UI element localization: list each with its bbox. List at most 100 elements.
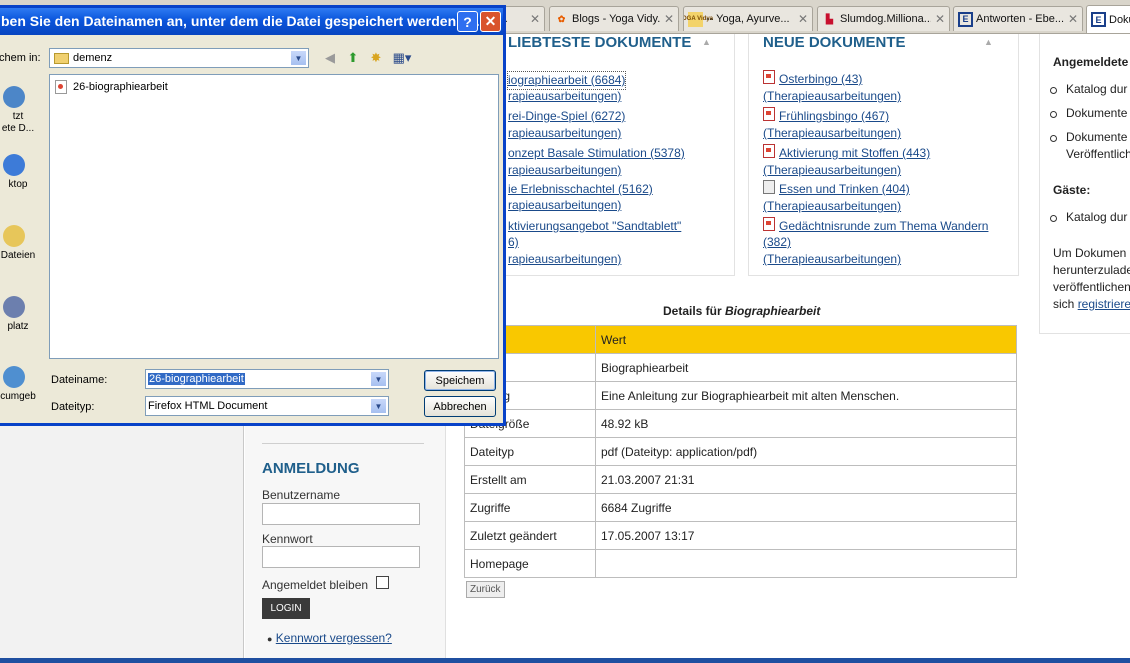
filename-input[interactable]: 26-biographiearbeit ▼ [145, 369, 389, 389]
new-doc-category-link[interactable]: (Therapieausarbeitungen) [763, 251, 901, 268]
login-heading: ANMELDUNG [262, 460, 360, 477]
row-value: 17.05.2007 13:17 [595, 521, 1017, 550]
chevron-down-icon[interactable]: ▼ [290, 50, 307, 66]
new-doc-category-link[interactable]: (Therapieausarbeitungen) [763, 198, 901, 215]
favorite-link-count[interactable]: 6) [508, 234, 519, 251]
help-button[interactable]: ? [457, 11, 478, 32]
remember-checkbox[interactable] [376, 576, 389, 589]
favorite-documents-panel: LIEBTESTE DOKUMENTE ▲ iographiearbeit (6… [493, 34, 735, 276]
cancel-button[interactable]: Abbrechen [424, 396, 496, 417]
dialog-title-bar[interactable]: ben Sie den Dateinamen an, unter dem die… [0, 8, 503, 35]
new-doc-link[interactable]: Essen und Trinken (404) [779, 182, 910, 196]
tab-close-icon[interactable]: ✕ [935, 12, 945, 26]
place-label: Dateien [0, 250, 36, 261]
row-value: 48.92 kB [595, 409, 1017, 438]
browser-tab-4[interactable]: ▙ Slumdog.Milliona... ✕ [817, 6, 950, 31]
filetype-select[interactable]: Firefox HTML Document ▼ [145, 396, 389, 416]
recent-icon [3, 86, 25, 108]
place-desktop[interactable]: ktop [0, 154, 43, 191]
filetype-label: Dateityp: [51, 401, 95, 413]
new-documents-panel: NEUE DOKUMENTE ▲ Osterbingo (43) (Therap… [748, 34, 1019, 276]
new-doc-link[interactable]: Osterbingo (43) [779, 72, 862, 86]
tab-close-icon[interactable]: ✕ [1068, 12, 1078, 26]
favorite-link[interactable]: ktivierungsangebot "Sandtablett" [508, 218, 681, 235]
favorite-link[interactable]: rei-Dinge-Spiel (6272) [508, 108, 625, 125]
favorite-category-link[interactable]: rapieausarbeitungen) [508, 88, 621, 105]
favorite-category-link[interactable]: rapieausarbeitungen) [508, 125, 621, 142]
save-button[interactable]: Speichem [424, 370, 496, 391]
new-doc-link[interactable]: Frühlingsbingo (467) [779, 109, 889, 123]
back-arrow-icon[interactable]: ◀ [321, 49, 339, 67]
details-title-prefix: Details für [663, 304, 726, 318]
save-file-dialog: ben Sie den Dateinamen an, unter dem die… [0, 5, 506, 426]
favorite-category-link[interactable]: rapieausarbeitungen) [508, 251, 621, 268]
register-note-text: sich [1053, 297, 1078, 311]
new-doc-link[interactable]: Aktivierung mit Stoffen (443) [779, 146, 930, 160]
tab-close-icon[interactable]: ✕ [664, 12, 674, 26]
register-link[interactable]: registriere [1078, 297, 1130, 311]
bullet-icon [1050, 215, 1057, 222]
row-key: Dateityp [464, 437, 596, 466]
favorite-category-link[interactable]: rapieausarbeitungen) [508, 162, 621, 179]
sidebar-divider [262, 443, 424, 444]
desktop-icon [3, 154, 25, 176]
login-button[interactable]: LOGIN [262, 598, 310, 619]
permission-item: Dokumente [1066, 106, 1128, 120]
new-doc-link[interactable]: Gedächtnisrunde zum Thema Wandern [779, 219, 988, 233]
back-button[interactable]: Zurück [466, 581, 505, 598]
place-recent[interactable]: tzt ete D... [0, 86, 43, 135]
new-doc-item: Frühlingsbingo (467) [763, 107, 889, 125]
details-table: Wert Biographiearbeit reibungEine Anleit… [464, 325, 1017, 578]
row-value: 6684 Zugriffe [595, 493, 1017, 522]
new-documents-heading: NEUE DOKUMENTE [763, 34, 906, 51]
my-documents-icon [3, 225, 25, 247]
username-label: Benutzername [262, 488, 341, 502]
browser-tab-3[interactable]: YOGA Vidya -- Yoga, Ayurve... ✕ [683, 6, 813, 31]
logged-in-heading: Angemeldete [1053, 55, 1129, 69]
new-doc-category-link[interactable]: (Therapieausarbeitungen) [763, 162, 901, 179]
forgot-password-item: ● Kennwort vergessen? [267, 631, 392, 645]
file-list[interactable]: 26-biographiearbeit [49, 74, 499, 359]
register-note-line: veröffentlichen [1053, 280, 1130, 294]
up-folder-icon[interactable]: ⬆ [344, 49, 362, 67]
username-input[interactable] [262, 503, 420, 525]
new-folder-icon[interactable]: ✸ [367, 49, 385, 67]
tab-close-icon[interactable]: ✕ [530, 12, 540, 26]
place-network[interactable]: cumgeb [0, 366, 43, 403]
favorite-link[interactable]: onzept Basale Stimulation (5378) [508, 145, 685, 162]
favorite-category-link[interactable]: rapieausarbeitungen) [508, 197, 621, 214]
tab-label: Blogs - Yoga Vidy... [572, 13, 660, 25]
chevron-down-icon[interactable]: ▼ [370, 398, 387, 414]
new-doc-link-count[interactable]: (382) [763, 234, 791, 251]
guests-heading: Gäste: [1053, 183, 1091, 197]
tab-label: Slumdog.Milliona... [840, 13, 931, 25]
favorite-link[interactable]: iographiearbeit (6684) [506, 71, 627, 90]
tab-close-icon[interactable]: ✕ [798, 12, 808, 26]
forgot-password-link[interactable]: Kennwort vergessen? [276, 631, 392, 645]
table-row: Dateityp pdf (Dateityp: application/pdf) [464, 437, 1017, 466]
look-in-select[interactable]: demenz ▼ [49, 48, 309, 68]
browser-tab-6-active[interactable]: E Doku [1086, 5, 1130, 33]
file-item[interactable]: 26-biographiearbeit [55, 80, 168, 94]
browser-tab-5[interactable]: E Antworten - Ebe... ✕ [953, 6, 1083, 31]
permissions-box: Angemeldete Katalog dur Dokumente Dokume… [1039, 34, 1130, 334]
collapse-caret-icon[interactable]: ▲ [984, 37, 993, 47]
view-menu-icon[interactable]: ▦▾ [390, 49, 414, 67]
new-doc-category-link[interactable]: (Therapieausarbeitungen) [763, 88, 901, 105]
collapse-caret-icon[interactable]: ▲ [702, 37, 711, 47]
new-doc-category-link[interactable]: (Therapieausarbeitungen) [763, 125, 901, 142]
tab-label: -- Yoga, Ayurve... [706, 13, 790, 25]
place-my-documents[interactable]: Dateien [0, 225, 43, 262]
new-doc-item: Essen und Trinken (404) [763, 180, 910, 198]
place-label: tzt [12, 111, 24, 122]
close-button[interactable]: ✕ [480, 11, 501, 32]
place-my-computer[interactable]: platz [0, 296, 43, 333]
chevron-down-icon[interactable]: ▼ [370, 371, 387, 387]
browser-tab-2[interactable]: ✿ Blogs - Yoga Vidy... ✕ [549, 6, 679, 31]
place-label: platz [7, 321, 29, 332]
favorite-link[interactable]: ie Erlebnisschachtel (5162) [508, 181, 653, 198]
pdf-icon [763, 217, 775, 231]
row-value: 21.03.2007 21:31 [595, 465, 1017, 494]
folder-icon [54, 53, 69, 64]
password-input[interactable] [262, 546, 420, 568]
